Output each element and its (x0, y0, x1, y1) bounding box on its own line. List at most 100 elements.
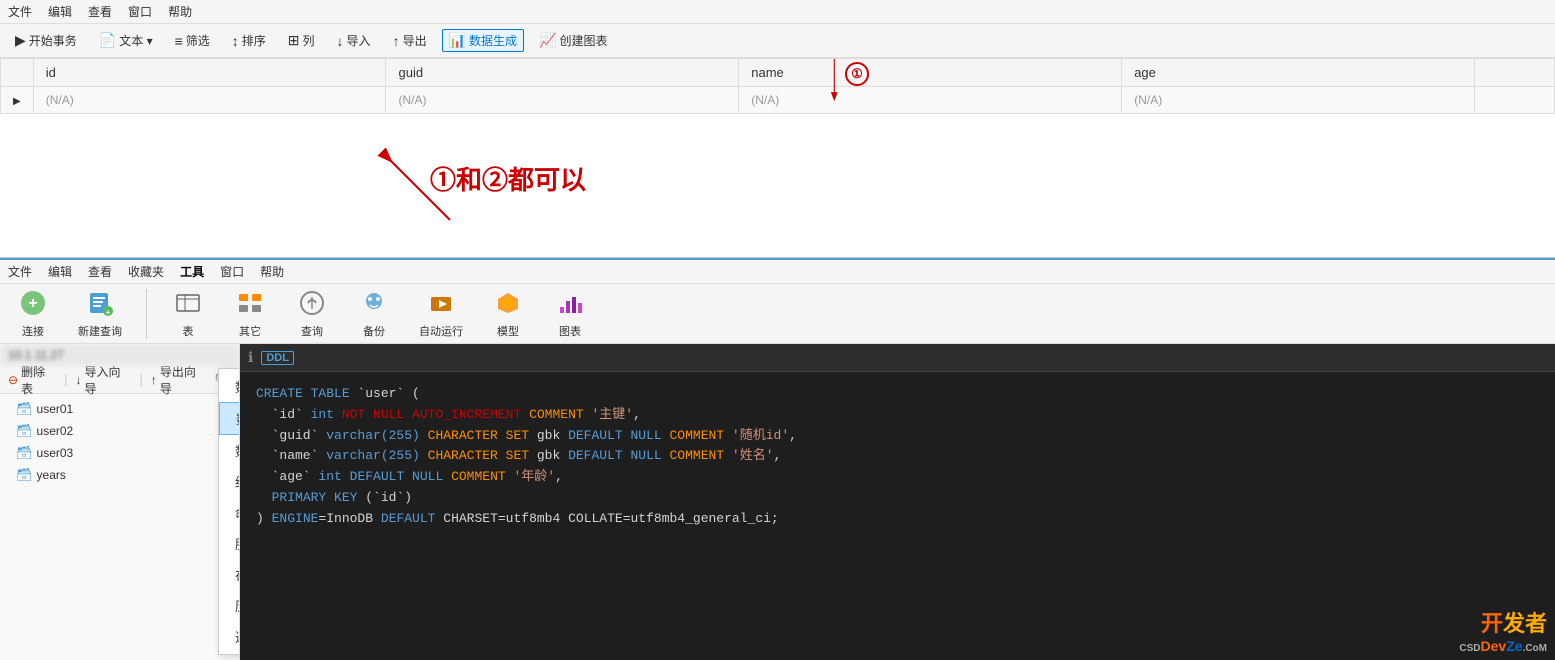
cell-name: (N/A) (739, 87, 1122, 114)
filter-label: 筛选 (186, 32, 210, 49)
columns-button[interactable]: ⊞ 列 (281, 29, 322, 52)
backup-label: 备份 (363, 323, 385, 339)
sql-editor-toolbar: ℹ DDL (240, 344, 1555, 372)
svg-text:+: + (28, 295, 37, 312)
data-table: id guid name age ▶ (N/A) (N/A) (N/A) (N/… (0, 58, 1555, 114)
other-label: 其它 (239, 323, 261, 339)
begin-transaction-label: 开始事务 (29, 32, 77, 49)
table-row[interactable]: ▶ (N/A) (N/A) (N/A) (N/A) (1, 87, 1555, 114)
sidebar-item-user02[interactable]: 🗃 user02 (0, 420, 239, 442)
top-menubar: 文件 编辑 查看 窗口 帮助 (0, 0, 1555, 24)
col-id: id (33, 59, 386, 87)
import-button[interactable]: ↓ 导入 (330, 29, 378, 52)
btm-menu-edit[interactable]: 编辑 (48, 263, 72, 280)
btm-menu-help[interactable]: 帮助 (260, 263, 284, 280)
dropdown-command-line[interactable]: 命令列界面... F6 (219, 497, 240, 528)
autorun-tool[interactable]: 自动运行 (411, 285, 471, 343)
watermark-url: CSDDevZe.CoM (1459, 638, 1547, 654)
chart-label: 图表 (559, 323, 581, 339)
query-icon (298, 289, 326, 321)
sort-label: 排序 (242, 32, 266, 49)
other-tool[interactable]: 其它 (225, 285, 275, 343)
query-tool[interactable]: 查询 (287, 285, 337, 343)
sidebar-item-user03[interactable]: 🗃 user03 (0, 442, 239, 464)
db-icon-user01: 🗃 (16, 401, 33, 417)
begin-transaction-button[interactable]: ▶ 开始事务 (8, 29, 84, 52)
export-wizard-icon: ↑ (151, 373, 157, 387)
menu-edit[interactable]: 编辑 (48, 3, 72, 20)
import-wizard-btn[interactable]: ↓ 导入向导 (76, 363, 132, 397)
sql-editor-panel: ℹ DDL CREATE TABLE `user` ( `id` int NOT… (240, 344, 1555, 660)
toolbar-separator-1 (146, 289, 147, 339)
btm-menu-file[interactable]: 文件 (8, 263, 32, 280)
dropdown-data-generate[interactable]: 数据生成... (219, 402, 240, 435)
sql-line-5: `age` int DEFAULT NULL COMMENT '年龄', (256, 467, 1539, 488)
data-generate-button[interactable]: 📊 数据生成 (442, 29, 524, 52)
ddl-badge: DDL (261, 351, 294, 365)
chart-tool[interactable]: 图表 (545, 285, 595, 343)
backup-tool[interactable]: 备份 (349, 285, 399, 343)
data-generate-icon: 📊 (449, 32, 466, 49)
dropdown-history-log[interactable]: 历史日志... Ctrl+L (219, 590, 240, 621)
export-label: 导出 (403, 32, 427, 49)
other-icon (236, 289, 264, 321)
top-section: 文件 编辑 查看 窗口 帮助 ▶ 开始事务 📄 文本 ▾ ≡ 筛选 ↕ 排序 ⊞… (0, 0, 1555, 258)
export-icon: ↑ (393, 33, 400, 49)
dropdown-data-sync[interactable]: 数据同步... (219, 435, 240, 466)
watermark: 开发者 CSDDevZe.CoM (1451, 602, 1555, 658)
db-icon-user02: 🗃 (16, 423, 33, 439)
btm-menu-favorites[interactable]: 收藏夹 (128, 263, 164, 280)
import-icon: ↓ (337, 33, 344, 49)
tools-dropdown-menu: 数据传输... 数据生成... 数据同步... 结构同步... 命令列界面...… (218, 368, 240, 655)
bottom-menubar: 文件 编辑 查看 收藏夹 工具 窗口 帮助 (0, 260, 1555, 284)
dropdown-data-transfer[interactable]: 数据传输... (219, 371, 240, 402)
table-label: 表 (183, 323, 194, 339)
text-icon: 📄 (99, 32, 116, 49)
bottom-toolbar: + 连接 + 新建查询 (0, 284, 1555, 344)
table-tool[interactable]: 表 (163, 285, 213, 343)
sub-bar-sep2: | (139, 372, 142, 387)
menu-file[interactable]: 文件 (8, 3, 32, 20)
btm-menu-tools[interactable]: 工具 (180, 263, 204, 280)
btm-menu-window[interactable]: 窗口 (220, 263, 244, 280)
new-query-tool[interactable]: + 新建查询 (70, 285, 130, 343)
text-button[interactable]: 📄 文本 ▾ (92, 29, 160, 52)
dropdown-options[interactable]: 选项... (219, 621, 240, 652)
menu-view[interactable]: 查看 (88, 3, 112, 20)
left-sidebar: 10.1.11.27 ⊖ 删除表 | ↓ 导入向导 | ↑ 导出向导 🔍 (0, 344, 240, 660)
create-chart-button[interactable]: 📈 创建图表 (532, 29, 614, 52)
filter-button[interactable]: ≡ 筛选 (168, 29, 217, 52)
menu-window[interactable]: 窗口 (128, 3, 152, 20)
sql-content[interactable]: CREATE TABLE `user` ( `id` int NOT NULL … (240, 372, 1555, 660)
dropdown-server-monitor[interactable]: 服务器监控 ▶ (219, 528, 240, 559)
sql-line-7: ) ENGINE=InnoDB DEFAULT CHARSET=utf8mb4 … (256, 509, 1539, 530)
sidebar-label-user03: user03 (37, 446, 74, 460)
annotation-text: ①和②都可以 (430, 160, 586, 197)
delete-table-btn[interactable]: ⊖ 删除表 (8, 363, 56, 397)
menu-help[interactable]: 帮助 (168, 3, 192, 20)
dropdown-structure-sync[interactable]: 结构同步... (219, 466, 240, 497)
main-content: 10.1.11.27 ⊖ 删除表 | ↓ 导入向导 | ↑ 导出向导 🔍 (0, 344, 1555, 660)
dropdown-find-in-db[interactable]: 在数据库或模式中查找... (219, 559, 240, 590)
sort-button[interactable]: ↕ 排序 (225, 29, 273, 52)
cell-age: (N/A) (1122, 87, 1475, 114)
row-arrow-icon: ▶ (13, 96, 21, 107)
btm-menu-view[interactable]: 查看 (88, 263, 112, 280)
sidebar-item-years[interactable]: 🗃 years (0, 464, 239, 486)
export-wizard-btn[interactable]: ↑ 导出向导 (151, 363, 207, 397)
autorun-label: 自动运行 (419, 323, 463, 339)
col-name: name (739, 59, 1122, 87)
db-icon-years: 🗃 (16, 467, 33, 483)
sidebar-label-user02: user02 (37, 424, 74, 438)
watermark-dev-text: 发者 (1503, 611, 1547, 636)
export-button[interactable]: ↑ 导出 (386, 29, 434, 52)
sort-icon: ↕ (232, 33, 239, 49)
sidebar-item-user01[interactable]: 🗃 user01 (0, 398, 239, 420)
backup-icon (360, 289, 388, 321)
chart-icon (556, 289, 584, 321)
cell-id: (N/A) (33, 87, 386, 114)
connect-tool[interactable]: + 连接 (8, 285, 58, 343)
connect-label: 连接 (22, 323, 44, 339)
col-guid: guid (386, 59, 739, 87)
model-tool[interactable]: 模型 (483, 285, 533, 343)
